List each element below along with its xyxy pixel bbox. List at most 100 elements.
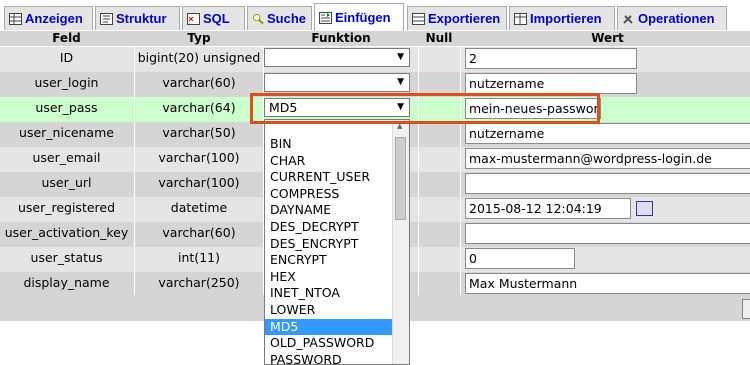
- table-row: user_login varchar(60) ▼ nutzername: [0, 72, 750, 97]
- column-divider: [460, 122, 461, 147]
- go-button[interactable]: [742, 299, 750, 319]
- function-select-value: MD5: [269, 100, 298, 115]
- dropdown-scrollbar[interactable]: ▲: [392, 120, 409, 364]
- field-name: user_nicename: [19, 125, 114, 140]
- dropdown-option[interactable]: COMPRESS: [265, 186, 393, 203]
- value-input[interactable]: 0: [465, 248, 575, 269]
- value-input[interactable]: nutzername: [465, 73, 637, 94]
- field-name: user_email: [32, 150, 101, 165]
- dropdown-option[interactable]: LOWER: [265, 302, 393, 319]
- column-divider: [460, 172, 461, 197]
- tab-label: Importieren: [530, 11, 602, 26]
- chevron-down-icon: ▼: [397, 77, 404, 87]
- null-cell: [419, 97, 459, 122]
- operations-icon: [622, 13, 635, 25]
- function-select[interactable]: ▼: [264, 73, 410, 92]
- column-divider: [418, 247, 419, 272]
- dropdown-option[interactable]: DAYNAME: [265, 202, 393, 219]
- column-divider: [418, 122, 419, 147]
- column-divider: [134, 72, 135, 97]
- null-cell: [419, 222, 459, 247]
- tab-einfügen[interactable]: Einfügen: [314, 3, 404, 32]
- function-select[interactable]: MD5 ▼: [264, 98, 410, 117]
- function-dropdown-list[interactable]: BIN CHAR CURRENT_USER COMPRESS DAYNAME DES_DE…: [264, 119, 410, 365]
- header-feld: Feld: [52, 31, 81, 45]
- field-name: user_pass: [35, 100, 98, 115]
- null-cell: [419, 147, 459, 172]
- dropdown-option[interactable]: HEX: [265, 269, 393, 286]
- null-cell: [419, 172, 459, 197]
- scroll-thumb[interactable]: [395, 137, 406, 220]
- column-divider: [263, 72, 264, 97]
- field-type: datetime: [170, 200, 228, 215]
- dropdown-option[interactable]: CURRENT_USER: [265, 169, 393, 186]
- header-wert: Wert: [591, 31, 624, 45]
- value-input[interactable]: 2: [465, 48, 637, 69]
- tab-operationen[interactable]: Operationen: [617, 6, 727, 30]
- dropdown-option[interactable]: MD5: [265, 318, 393, 336]
- column-divider: [460, 72, 461, 97]
- column-divider: [134, 172, 135, 197]
- value-input[interactable]: nutzername: [465, 123, 750, 144]
- column-divider: [418, 47, 419, 72]
- tab-anzeigen[interactable]: Anzeigen: [4, 6, 93, 30]
- field-type: varchar(100): [158, 150, 240, 165]
- null-cell: [419, 197, 459, 222]
- field-name: display_name: [23, 275, 110, 290]
- dropdown-option[interactable]: ENCRYPT: [265, 252, 393, 269]
- tab-label: Anzeigen: [25, 11, 83, 26]
- field-name: user_url: [41, 175, 92, 190]
- column-divider: [134, 197, 135, 222]
- tab-suche[interactable]: Suche: [247, 6, 312, 30]
- search-icon: [252, 13, 264, 25]
- column-divider: [418, 172, 419, 197]
- tab-importieren[interactable]: Importieren: [509, 6, 615, 30]
- column-divider: [460, 222, 461, 247]
- dropdown-option[interactable]: OLD_PASSWORD: [265, 335, 393, 352]
- field-type: varchar(250): [158, 275, 240, 290]
- column-divider: [460, 97, 461, 122]
- tab-struktur[interactable]: Struktur: [95, 6, 180, 30]
- value-input[interactable]: [465, 173, 750, 194]
- column-divider: [263, 47, 264, 72]
- null-cell: [419, 47, 459, 72]
- header-funktion: Funktion: [311, 31, 371, 45]
- calendar-icon[interactable]: [636, 201, 653, 216]
- chevron-down-icon: ▼: [397, 102, 404, 112]
- value-input[interactable]: [465, 223, 750, 244]
- tab-label: Suche: [266, 11, 306, 26]
- field-type: int(11): [178, 250, 220, 265]
- scroll-up-icon[interactable]: ▲: [397, 122, 402, 130]
- tab-sql[interactable]: SQL: [182, 6, 245, 30]
- column-divider: [134, 47, 135, 72]
- export-icon: [412, 12, 425, 25]
- dropdown-option[interactable]: CHAR: [265, 153, 393, 170]
- tab-label: SQL: [203, 11, 230, 26]
- tab-label: Operationen: [638, 11, 715, 26]
- tab-label: Struktur: [116, 11, 167, 26]
- field-type: varchar(64): [162, 100, 236, 115]
- dropdown-option[interactable]: DES_DECRYPT: [265, 219, 393, 236]
- dropdown-option[interactable]: PASSWORD: [265, 352, 393, 364]
- field-type: bigint(20) unsigned: [137, 50, 261, 65]
- value-input[interactable]: Max Mustermann: [465, 273, 750, 294]
- tab-bar: Anzeigen Struktur SQL Suche Einfügen Exportie…: [0, 0, 750, 32]
- tab-exportieren[interactable]: Exportieren: [407, 6, 507, 30]
- header-null: Null: [425, 31, 453, 45]
- value-input[interactable]: mein-neues-passwort: [465, 98, 601, 119]
- column-divider: [460, 272, 461, 297]
- tab-label: Exportieren: [428, 11, 501, 26]
- column-divider: [134, 97, 135, 122]
- column-divider: [134, 272, 135, 297]
- value-input[interactable]: 2015-08-12 12:04:19: [465, 198, 631, 219]
- dropdown-option[interactable]: BIN: [265, 136, 393, 153]
- sql-icon: [187, 12, 200, 25]
- function-select[interactable]: ▼: [264, 48, 410, 67]
- value-input[interactable]: max-mustermann@wordpress-login.de: [465, 148, 750, 169]
- dropdown-option[interactable]: DES_ENCRYPT: [265, 236, 393, 253]
- dropdown-option[interactable]: INET_NTOA: [265, 285, 393, 302]
- import-icon: [514, 12, 527, 25]
- table-view-icon: [9, 12, 22, 25]
- column-divider: [460, 147, 461, 172]
- null-cell: [419, 122, 459, 147]
